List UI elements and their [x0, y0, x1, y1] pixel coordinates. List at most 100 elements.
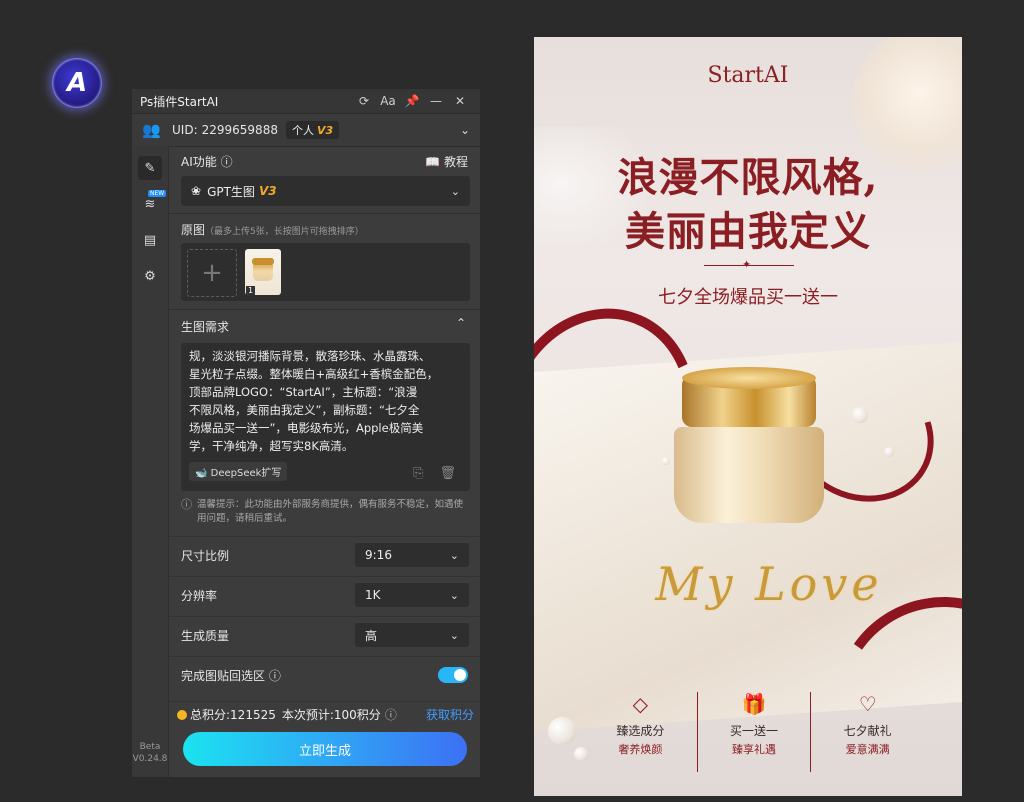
app-badge-letter: A	[66, 68, 88, 98]
aspect-ratio-select[interactable]: 9:16 ⌄	[355, 543, 469, 567]
heart-icon: ♡	[858, 692, 877, 716]
history-icon[interactable]: ⎘	[413, 466, 423, 481]
feature-subtitle: 奢养焕颜	[618, 743, 663, 756]
refresh-icon[interactable]: ⟳	[352, 94, 376, 108]
generate-button[interactable]: 立即生成	[183, 732, 467, 766]
chevron-down-icon: ⌄	[449, 628, 459, 642]
pearl	[548, 717, 576, 745]
chevron-down-icon: ⌄	[449, 548, 459, 562]
poster-subheadline: 七夕全场爆品买一送一	[658, 287, 838, 308]
feature-ingredients: ◇ 臻选成分 奢养焕颜	[584, 692, 697, 772]
source-image-hint: （最多上传5张，长按图片可拖拽排序）	[205, 227, 364, 237]
quality-select[interactable]: 高 ⌄	[355, 623, 469, 647]
tutorial-link[interactable]: 📖 教程	[425, 153, 468, 170]
source-image-title: 原图	[181, 223, 206, 237]
clipboard-icon[interactable]: ▤	[138, 228, 162, 252]
paste-back-label: 完成图贴回选区 ⓘ	[181, 667, 281, 684]
ai-function-label-text: AI功能	[181, 155, 217, 169]
ai-function-version: V3	[258, 184, 277, 198]
resolution-select[interactable]: 1K ⌄	[355, 583, 469, 607]
ai-function-select[interactable]: ❀ GPT生图 V3 ⌄	[181, 176, 470, 206]
chevron-down-icon: ⌄	[450, 184, 460, 198]
poster-headline-2: 美丽由我定义	[625, 208, 871, 255]
get-points-link[interactable]: 获取积分	[426, 706, 474, 723]
notice: ⓘ 温馨提示：此功能由外部服务商提供，偶有服务不稳定，如遇使用问题，请稍后重试。	[181, 498, 471, 526]
diamond-icon: ◇	[632, 692, 649, 716]
info-icon[interactable]: ⓘ	[269, 669, 281, 683]
chevron-down-icon[interactable]: ⌄	[460, 123, 470, 137]
source-image-label: 原图（最多上传5张，长按图片可拖拽排序）	[181, 221, 364, 238]
panel-sidebar: ✎ ≋ NEW ▤ ⚙ Beta V0.24.8	[132, 146, 169, 777]
tutorial-label: 教程	[443, 155, 468, 169]
minimize-icon[interactable]: —	[424, 94, 448, 108]
poster-headline-1: 浪漫不限风格,	[617, 154, 879, 201]
divider	[169, 213, 480, 214]
points-info: 总积分:121525 本次预计:100积分 ⓘ	[177, 706, 397, 723]
my-love-script: My Love	[655, 557, 883, 611]
prompt-actions: ⎘ 🗑	[397, 466, 456, 481]
feature-qixi-gift: ♡ 七夕献礼 爱意满满	[810, 692, 924, 772]
feature-subtitle: 爱意满满	[845, 743, 890, 756]
startai-app-badge[interactable]: A	[52, 58, 102, 108]
ai-function-label: AI功能 ⓘ	[181, 153, 233, 170]
setting-row-resolution: 分辨率 1K ⌄	[169, 576, 480, 613]
plan-label: 个人	[291, 124, 314, 137]
plus-icon: +	[201, 258, 223, 288]
deepseek-expand-label: DeepSeek扩写	[210, 468, 282, 479]
prompt-text: 规，淡淡银河播际背景，散落珍珠、水晶露珠、 星光粒子点缀。整体暖白+高级红+香槟…	[189, 349, 439, 453]
paste-back-toggle[interactable]	[438, 667, 468, 683]
gpt-icon: ❀	[191, 184, 202, 198]
bottom-bar: 总积分:121525 本次预计:100积分 ⓘ 获取积分 立即生成	[169, 701, 480, 772]
feature-bogo: 🎁 买一送一 臻享礼遇	[696, 692, 811, 772]
whale-icon: 🐋	[195, 468, 208, 479]
close-icon[interactable]: ✕	[448, 94, 472, 108]
panel-content: AI功能 ⓘ 📖 教程 ❀ GPT生图 V3 ⌄ 原图（最多上传5张，长按图片可…	[169, 146, 480, 777]
image-upload-area: + 1	[181, 243, 470, 301]
uploaded-image-thumbnail[interactable]: 1	[245, 249, 281, 295]
resolution-label: 分辨率	[181, 588, 218, 603]
cream-jar-body	[674, 427, 824, 523]
setting-row-aspect: 尺寸比例 9:16 ⌄	[169, 536, 480, 573]
info-icon[interactable]: ⓘ	[221, 155, 233, 169]
edit-pen-icon[interactable]: ✎	[138, 156, 162, 180]
paste-back-label-text: 完成图贴回选区	[181, 668, 266, 683]
notice-text: 温馨提示：此功能由外部服务商提供，偶有服务不稳定，如遇使用问题，请稍后重试。	[197, 499, 464, 524]
trash-icon[interactable]: 🗑	[439, 466, 456, 481]
prompt-label: 生图需求	[181, 320, 230, 334]
info-icon: ⓘ	[181, 498, 192, 511]
ai-function-selected: GPT生图	[207, 184, 255, 199]
gear-icon[interactable]: ⚙	[138, 264, 162, 288]
setting-row-quality: 生成质量 高 ⌄	[169, 616, 480, 653]
add-image-button[interactable]: +	[187, 249, 237, 297]
chevron-down-icon: ⌄	[449, 588, 459, 602]
plan-version: V3	[316, 124, 334, 137]
text-size-icon[interactable]: Aa	[376, 94, 400, 108]
deepseek-expand-button[interactable]: 🐋 DeepSeek扩写	[189, 462, 288, 481]
feature-title: 买一送一	[730, 724, 779, 738]
feature-subtitle: 臻享礼遇	[732, 743, 776, 756]
plan-badge: 个人 V3	[285, 121, 340, 139]
chevron-up-icon[interactable]: ⌃	[456, 316, 466, 330]
cream-jar-lid-top	[682, 367, 816, 389]
info-icon[interactable]: ⓘ	[385, 706, 397, 723]
gift-icon: 🎁	[741, 692, 767, 716]
coin-icon	[177, 709, 187, 720]
thumbnail-jar	[252, 258, 274, 281]
uid-label: UID:	[172, 123, 198, 137]
prompt-textarea[interactable]: 规，淡淡银河播际背景，散落珍珠、水晶露珠、 星光粒子点缀。整体暖白+高级红+香槟…	[181, 343, 470, 491]
new-badge: NEW	[148, 190, 167, 197]
feature-title: 七夕献礼	[843, 724, 892, 738]
poster-canvas: StartAI 浪漫不限风格, 美丽由我定义 ✦ 七夕全场爆品买一送一 My L…	[534, 37, 962, 796]
version-info: Beta V0.24.8	[132, 741, 168, 765]
resolution-value: 1K	[365, 588, 381, 602]
panel-titlebar: Ps插件StartAI ⟳ Aa 📌 — ✕	[132, 89, 480, 114]
pearl	[662, 457, 670, 465]
uid-value: 2299659888	[201, 123, 278, 137]
pin-icon[interactable]: 📌	[400, 94, 424, 108]
divider	[169, 309, 480, 310]
feature-title: 臻选成分	[616, 724, 665, 738]
poster-brand-logo: StartAI	[707, 63, 789, 88]
account-bar[interactable]: 👥 UID: 2299659888 个人 V3 ⌄	[132, 114, 480, 147]
quality-value: 高	[365, 628, 378, 643]
pearl	[884, 447, 894, 457]
